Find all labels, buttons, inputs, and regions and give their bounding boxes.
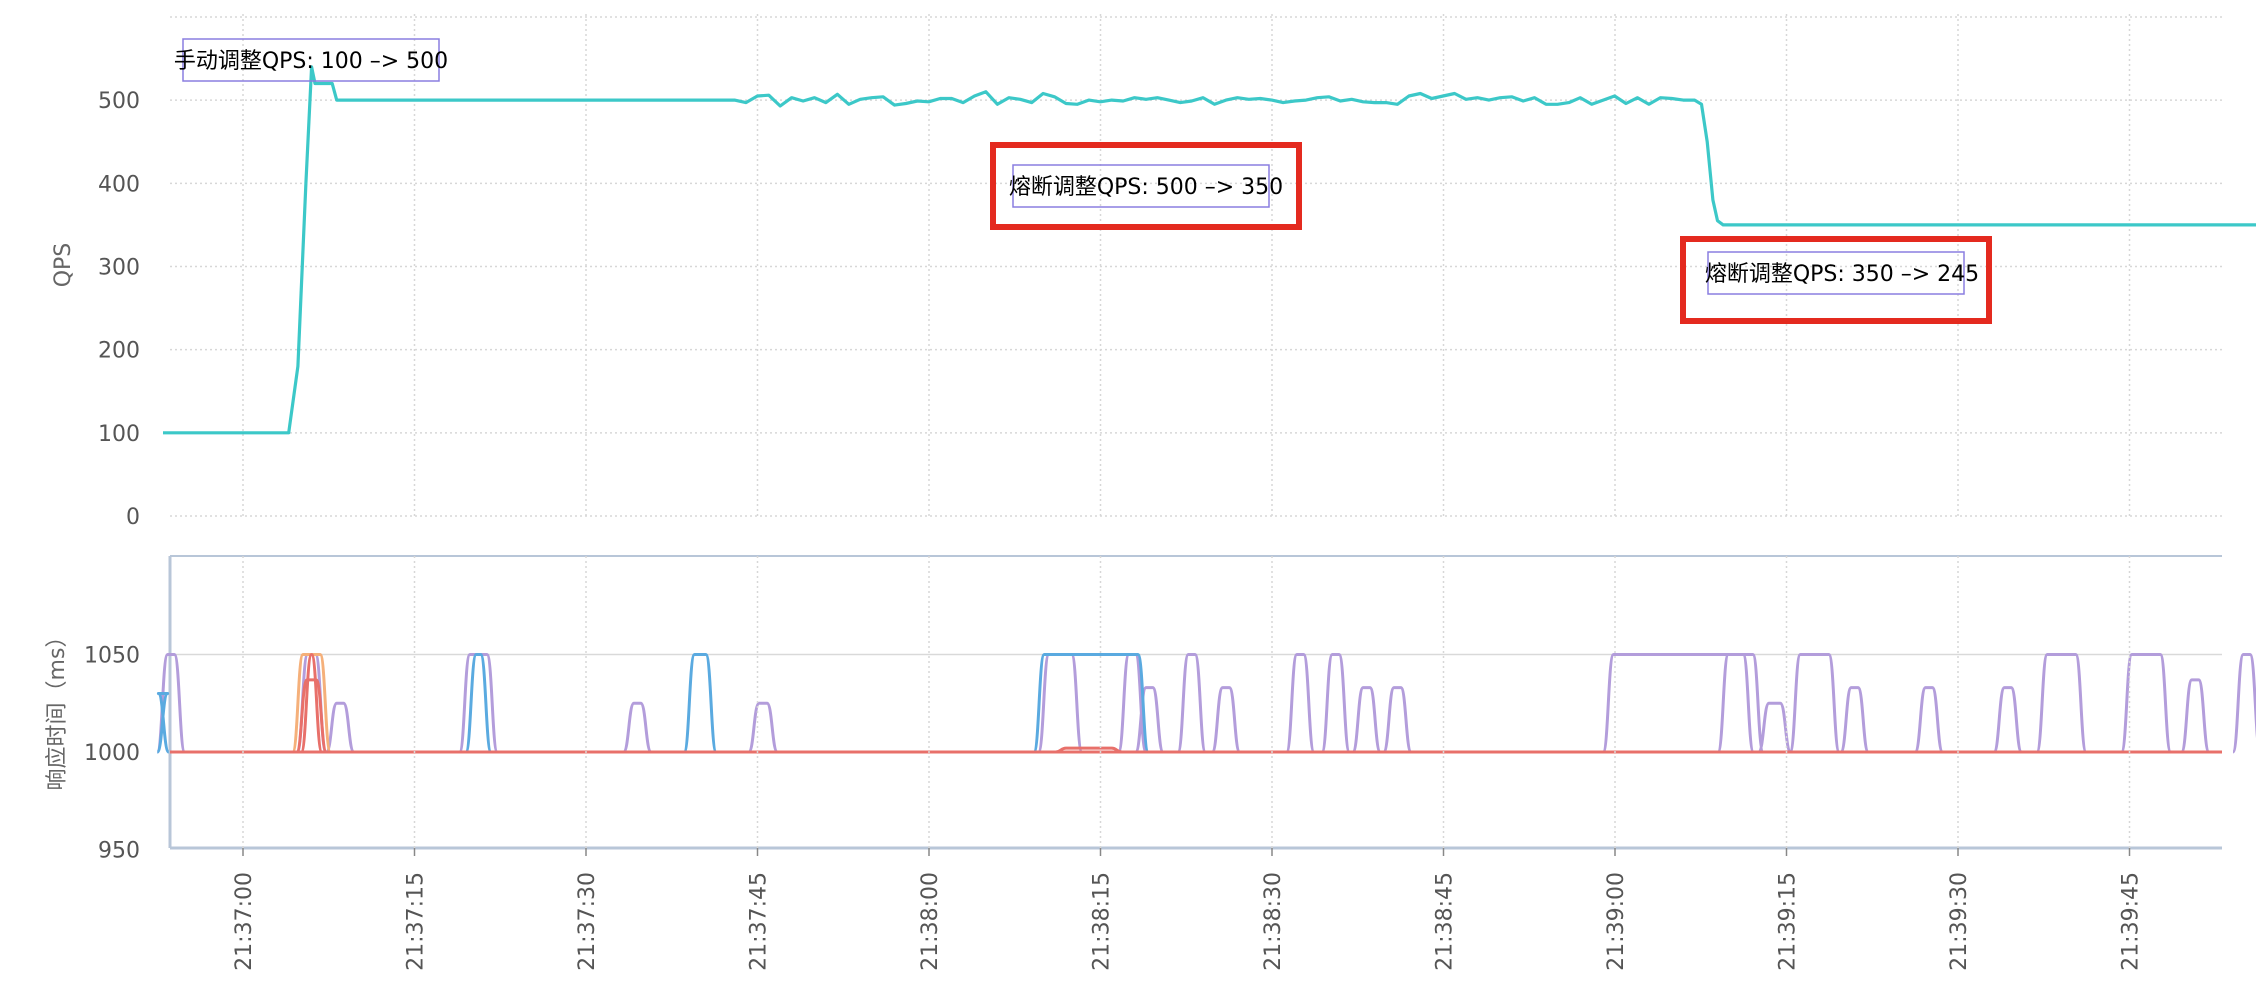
x-tick-label: 21:38:45 — [1433, 872, 1458, 971]
x-tick-label: 21:38:00 — [918, 872, 943, 971]
latency-chart-grid — [168, 555, 2222, 850]
latency-y-tick-label: 1050 — [84, 644, 140, 669]
x-tick-label: 21:39:30 — [1947, 872, 1972, 971]
x-tick-label: 21:37:30 — [575, 872, 600, 971]
annotation-text: 手动调整QPS: 100 –> 500 — [174, 49, 448, 74]
latency-y-tick-label: 950 — [98, 839, 140, 864]
annotation-text: 熔断调整QPS: 350 –> 245 — [1705, 262, 1979, 287]
x-tick-label: 21:39:15 — [1776, 872, 1801, 971]
qps-chart-y-ticks: 0 100 200 300 400 500 — [98, 89, 140, 530]
qps-y-tick-label: 100 — [98, 422, 140, 447]
chart-root: 0 100 200 300 400 500 QPS 950 1000 1050 响应时间（ms… — [0, 0, 2256, 982]
x-tick-label: 21:37:15 — [404, 872, 429, 971]
latency-chart-y-ticks: 950 1000 1050 — [84, 644, 140, 864]
x-tick-label: 21:37:00 — [232, 872, 257, 971]
qps-y-tick-label: 0 — [126, 505, 140, 530]
annotations: 手动调整QPS: 100 –> 500 熔断调整QPS: 500 –> 350 熔断… — [174, 38, 1992, 324]
latency-chart-y-label: 响应时间（ms） — [45, 626, 70, 791]
chart-svg: 0 100 200 300 400 500 QPS 950 1000 1050 响应时间（ms… — [45, 14, 2256, 971]
latency-y-tick-label: 1000 — [84, 741, 140, 766]
x-tick-label: 21:38:15 — [1090, 872, 1115, 971]
x-tick-label: 21:38:30 — [1261, 872, 1286, 971]
x-axis-ticks: 21:37:00 21:37:15 21:37:30 21:37:45 21:38:00… — [232, 556, 2144, 971]
latency-series-blue — [155, 653, 1150, 754]
x-tick-label: 21:39:00 — [1604, 872, 1629, 971]
qps-y-tick-label: 200 — [98, 339, 140, 364]
latency-series-red — [295, 653, 1123, 754]
qps-y-tick-label: 400 — [98, 172, 140, 197]
qps-y-tick-label: 500 — [98, 89, 140, 114]
x-tick-label: 21:37:45 — [747, 872, 772, 971]
qps-y-tick-label: 300 — [98, 255, 140, 280]
qps-chart-lines — [163, 65, 2256, 435]
annotation-2: 熔断调整QPS: 500 –> 350 — [990, 142, 1302, 230]
x-tick-label: 21:39:45 — [2119, 872, 2144, 971]
latency-series-orange — [291, 653, 332, 754]
qps-chart-y-label: QPS — [51, 243, 76, 288]
qps-series-line — [163, 65, 2256, 435]
annotation-text: 熔断调整QPS: 500 –> 350 — [1009, 175, 1283, 200]
latency-chart-lines — [155, 653, 2256, 754]
annotation-3: 熔断调整QPS: 350 –> 245 — [1680, 236, 1992, 324]
